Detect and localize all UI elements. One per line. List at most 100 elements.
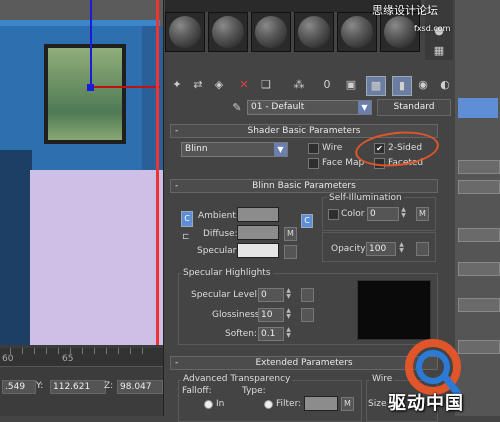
- eyedropper-icon[interactable]: ✎: [228, 99, 246, 117]
- falloff-in-label: In: [216, 399, 225, 409]
- rollout-title: Shader Basic Parameters: [247, 126, 361, 136]
- specular-level-map-button[interactable]: [301, 288, 314, 302]
- copy-material-icon[interactable]: ❏: [257, 76, 275, 94]
- filter-map-button[interactable]: M: [341, 397, 354, 411]
- specular-map-button[interactable]: [284, 245, 297, 259]
- lock-diffuse-specular-button[interactable]: C: [301, 214, 313, 228]
- go-to-parent-icon[interactable]: ▮: [392, 76, 412, 96]
- assign-material-icon[interactable]: ◈: [210, 76, 228, 94]
- time-ruler[interactable]: 60 65: [0, 348, 163, 367]
- chevron-down-icon: ▼: [274, 143, 287, 156]
- specular-level-value[interactable]: 0: [258, 288, 284, 302]
- ambient-label: Ambient:: [198, 211, 239, 221]
- falloff-in-radio[interactable]: [204, 400, 213, 409]
- blinn-basic-rollout-header[interactable]: - Blinn Basic Parameters: [170, 179, 438, 193]
- ruler-label: 60: [2, 354, 14, 364]
- x-coord-field[interactable]: .549: [2, 380, 36, 394]
- self-illum-value[interactable]: 0: [367, 207, 399, 221]
- filter-color-swatch[interactable]: [304, 396, 338, 411]
- sample-slot[interactable]: [208, 12, 248, 52]
- sample-slot[interactable]: [337, 12, 377, 52]
- advanced-transparency-title: Advanced Transparency: [181, 374, 293, 384]
- filter-label: Filter:: [276, 399, 302, 409]
- gizmo-x-axis[interactable]: [90, 86, 160, 88]
- z-coord-field[interactable]: 98.047: [117, 380, 163, 394]
- put-to-library-icon[interactable]: ⁂: [290, 76, 308, 94]
- highlight-curve-preview: [357, 280, 431, 340]
- opacity-spinner[interactable]: ▲ ▼: [398, 242, 405, 254]
- opacity-value[interactable]: 100: [366, 242, 396, 256]
- command-panel-field[interactable]: [458, 298, 500, 312]
- command-panel-selection[interactable]: [458, 98, 498, 118]
- selection-bracket: [156, 0, 159, 345]
- material-type-button[interactable]: Standard: [377, 99, 451, 116]
- put-to-scene-icon[interactable]: ⇄: [189, 76, 207, 94]
- stained-glass-painting: [48, 48, 122, 140]
- options-icon[interactable]: ◐: [436, 76, 454, 94]
- soften-value[interactable]: 0.1: [258, 327, 284, 341]
- reset-icon[interactable]: ✕: [235, 76, 253, 94]
- specular-highlights-title: Specular Highlights: [181, 268, 273, 278]
- falloff-label: Falloff:: [182, 386, 212, 396]
- glossiness-map-button[interactable]: [301, 308, 314, 322]
- type-label: Type:: [242, 386, 266, 396]
- show-end-result-icon[interactable]: ▩: [366, 76, 386, 96]
- self-illum-color-checkbox[interactable]: [328, 209, 339, 220]
- material-name: 01 - Default: [251, 102, 305, 112]
- sample-slot[interactable]: [165, 12, 205, 52]
- self-illumination-title: Self-Illumination: [327, 193, 404, 203]
- show-map-icon[interactable]: ▣: [342, 76, 360, 94]
- diffuse-label: Diffuse:: [203, 229, 238, 239]
- viewport-3d[interactable]: [0, 0, 163, 345]
- floor-edge: [0, 150, 32, 345]
- lock-ambient-diffuse-button[interactable]: C: [181, 211, 193, 227]
- material-id-icon[interactable]: 0: [318, 76, 336, 94]
- y-coord-field[interactable]: 112.621: [50, 380, 106, 394]
- soften-label: Soften:: [225, 329, 258, 339]
- rollout-title: Blinn Basic Parameters: [252, 181, 356, 191]
- face-map-checkbox[interactable]: [308, 158, 319, 169]
- face-map-label: Face Map: [322, 158, 365, 168]
- wire-group-title: Wire: [370, 374, 395, 384]
- wire-label: Wire: [322, 143, 343, 153]
- soften-spinner[interactable]: ▲ ▼: [285, 327, 292, 339]
- specular-label: Specular:: [197, 246, 240, 256]
- watermark-text: 驱动中国: [388, 393, 464, 414]
- glossiness-spinner[interactable]: ▲ ▼: [285, 308, 292, 320]
- chevron-down-icon: ▼: [358, 101, 371, 114]
- sample-slot[interactable]: [251, 12, 291, 52]
- wire-checkbox[interactable]: [308, 143, 319, 154]
- shader-type-dropdown[interactable]: Blinn ▼: [181, 142, 288, 157]
- diffuse-map-button[interactable]: M: [284, 227, 297, 241]
- command-panel-field[interactable]: [458, 228, 500, 242]
- specular-level-spinner[interactable]: ▲ ▼: [285, 288, 292, 300]
- self-illum-map-button[interactable]: M: [416, 207, 429, 221]
- gizmo-y-axis[interactable]: [90, 0, 92, 88]
- command-panel-field[interactable]: [458, 262, 500, 276]
- floor-plane: [30, 170, 163, 345]
- self-illum-spinner[interactable]: ▲ ▼: [400, 207, 407, 219]
- y-coord-label: Y:: [36, 381, 44, 391]
- sample-slot[interactable]: [294, 12, 334, 52]
- command-panel-field[interactable]: [458, 180, 500, 194]
- opacity-label: Opacity:: [331, 244, 368, 254]
- gizmo-center[interactable]: [87, 84, 94, 91]
- opacity-map-button[interactable]: [416, 242, 429, 256]
- link-bracket-icon: ⊏: [182, 232, 190, 242]
- glossiness-value[interactable]: 10: [258, 308, 284, 322]
- diffuse-color-swatch[interactable]: [237, 225, 279, 240]
- z-coord-label: Z:: [104, 381, 114, 391]
- go-forward-icon[interactable]: ◉: [414, 76, 432, 94]
- watermark-top-text: 思缘设计论坛: [372, 4, 438, 17]
- specular-color-swatch[interactable]: [237, 243, 279, 258]
- get-material-icon[interactable]: ✦: [168, 76, 186, 94]
- type-filter-radio[interactable]: [264, 400, 273, 409]
- shader-type: Blinn: [185, 144, 208, 154]
- material-name-dropdown[interactable]: 01 - Default ▼: [247, 100, 372, 115]
- specular-level-label: Specular Level:: [191, 290, 260, 300]
- watermark-site: fxsd.com: [414, 24, 451, 33]
- command-panel-field[interactable]: [458, 160, 500, 174]
- wire-size-label: Size: [368, 399, 387, 409]
- ambient-color-swatch[interactable]: [237, 207, 279, 222]
- background-icon[interactable]: ▦: [430, 42, 448, 60]
